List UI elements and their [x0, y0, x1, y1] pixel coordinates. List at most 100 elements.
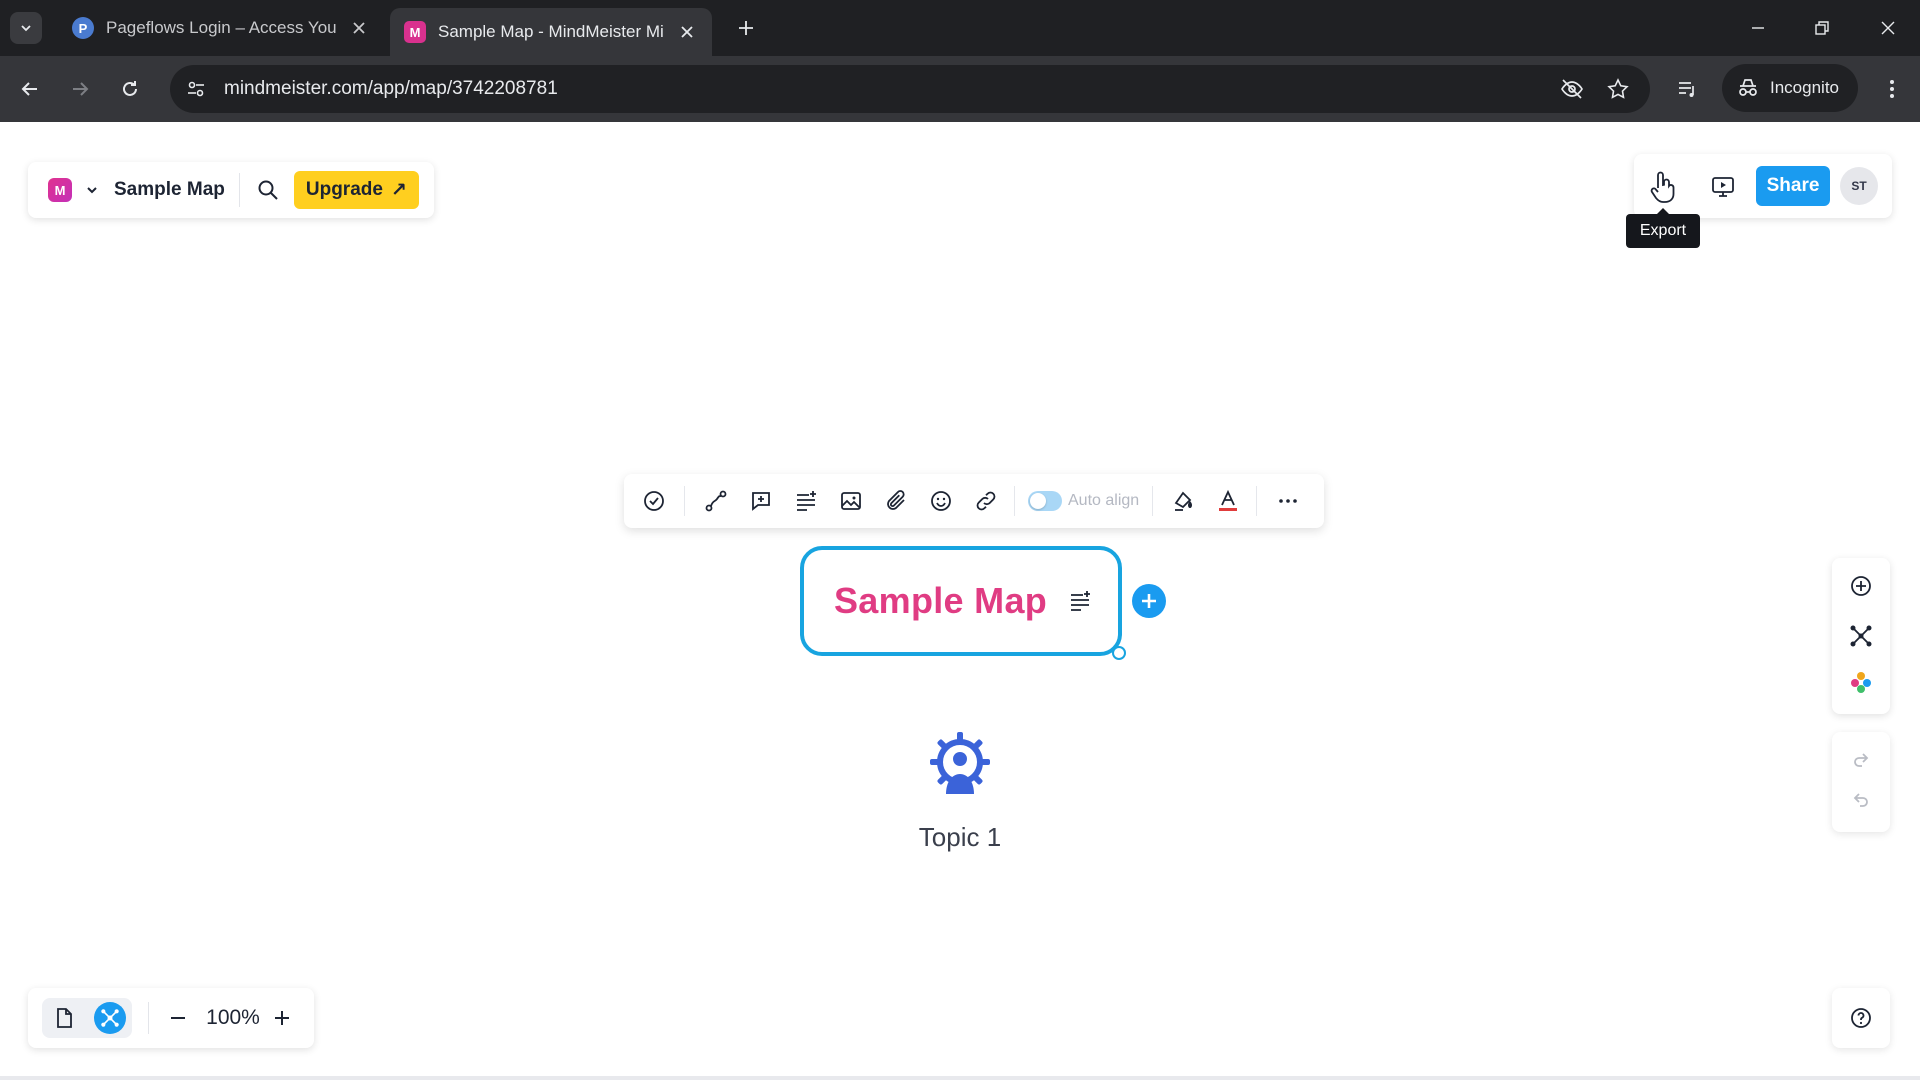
style-button[interactable] [1170, 487, 1198, 515]
export-button[interactable] [1646, 170, 1680, 204]
divider [238, 173, 240, 207]
outline-view-button[interactable] [48, 1002, 80, 1034]
reload-button[interactable] [114, 73, 146, 105]
restore-window-button[interactable] [1800, 10, 1844, 46]
eye-off-icon [1561, 79, 1583, 99]
upgrade-button[interactable]: Upgrade ↗ [293, 171, 419, 209]
close-icon [1881, 21, 1895, 35]
redo-button[interactable] [1847, 746, 1875, 774]
divider [1014, 486, 1015, 516]
more-options-button[interactable] [1274, 487, 1302, 515]
notes-icon [1071, 591, 1091, 611]
tracking-protection-button[interactable] [1558, 75, 1586, 103]
incognito-icon [1739, 79, 1757, 96]
divider [684, 486, 685, 516]
avatar[interactable]: ST [1840, 167, 1878, 205]
close-icon [353, 22, 365, 34]
app-menu-toggle[interactable] [84, 182, 100, 198]
presentation-button[interactable] [1706, 170, 1740, 204]
arrow-right-icon [73, 82, 89, 96]
notes-icon [797, 491, 816, 511]
mindmap-canvas[interactable]: M Sample Map Upgrade ↗ Share ST Export A… [0, 122, 1920, 1080]
plus-icon [275, 1011, 289, 1025]
plus-icon [1142, 594, 1156, 608]
address-bar[interactable]: mindmeister.com/app/map/3742208781 [170, 65, 1650, 113]
share-button[interactable]: Share [1756, 166, 1830, 206]
chevron-down-icon [87, 187, 97, 194]
incognito-label: Incognito [1770, 78, 1839, 97]
toggle-switch[interactable] [1028, 491, 1062, 511]
history-panel [1832, 732, 1890, 832]
close-window-button[interactable] [1866, 10, 1910, 46]
zoom-out-button[interactable] [164, 1004, 192, 1032]
attachment-button[interactable] [882, 487, 910, 515]
map-actions-panel: Share ST [1634, 154, 1892, 218]
mindmap-view-button[interactable] [94, 1002, 126, 1034]
map-layout-button[interactable] [1847, 622, 1875, 650]
view-zoom-panel: 100% [28, 988, 314, 1048]
divider [148, 1002, 149, 1034]
comment-button[interactable] [747, 487, 775, 515]
minus-icon [171, 1017, 185, 1019]
gear-person-icon[interactable] [928, 732, 992, 800]
zoom-in-button[interactable] [268, 1004, 296, 1032]
reading-list-button[interactable] [1674, 75, 1702, 103]
incognito-indicator[interactable]: Incognito [1722, 64, 1858, 112]
connection-icon [705, 490, 727, 512]
site-info-button[interactable] [174, 67, 218, 111]
add-notes-button[interactable] [1067, 588, 1093, 614]
text-color-button[interactable] [1214, 487, 1242, 515]
search-icon [258, 180, 278, 200]
root-topic[interactable]: Sample Map [800, 546, 1122, 656]
map-title[interactable]: Sample Map [114, 179, 225, 201]
undo-button[interactable] [1847, 786, 1875, 814]
browser-tab-bar: P Pageflows Login – Access Your M Sample… [0, 0, 1920, 56]
tab-title: Pageflows Login – Access Your [106, 18, 336, 37]
zoom-level[interactable]: 100% [200, 1006, 266, 1030]
mindmeister-logo-icon[interactable]: M [48, 178, 72, 202]
tab-pageflows[interactable]: P Pageflows Login – Access Your [58, 8, 384, 48]
notes-button[interactable] [792, 487, 820, 515]
new-tab-button[interactable] [732, 14, 760, 42]
smiley-icon [931, 491, 951, 511]
export-tooltip: Export [1626, 208, 1700, 248]
task-button[interactable] [640, 487, 668, 515]
palette-icon [1851, 672, 1871, 693]
bookmark-button[interactable] [1604, 75, 1632, 103]
hand-pointer-icon [1650, 171, 1675, 203]
emoji-button[interactable] [927, 487, 955, 515]
pageflows-favicon-icon: P [72, 17, 94, 39]
search-button[interactable] [254, 176, 282, 204]
close-tab-button[interactable] [677, 21, 698, 43]
add-topic-button[interactable] [1847, 572, 1875, 600]
browser-menu-button[interactable] [1876, 73, 1908, 105]
root-topic-title[interactable]: Sample Map [834, 580, 1047, 622]
plus-circle-icon [1851, 576, 1871, 596]
link-button[interactable] [972, 487, 1000, 515]
upgrade-label: Upgrade [305, 179, 383, 200]
mindmeister-favicon-icon: M [404, 21, 426, 43]
back-button[interactable] [14, 73, 46, 105]
presentation-icon [1712, 177, 1734, 197]
divider [1256, 486, 1257, 516]
resize-handle[interactable] [1112, 646, 1126, 660]
minimize-window-button[interactable] [1736, 10, 1780, 46]
image-button[interactable] [837, 487, 865, 515]
url-text[interactable]: mindmeister.com/app/map/3742208781 [224, 78, 558, 100]
help-button[interactable] [1832, 988, 1890, 1048]
text-color-icon [1219, 489, 1237, 511]
tab-sample-map[interactable]: M Sample Map - MindMeister Mi [390, 8, 712, 56]
theme-button[interactable] [1847, 668, 1875, 696]
connection-button[interactable] [702, 487, 730, 515]
auto-align-toggle[interactable]: Auto align [1028, 488, 1139, 514]
forward-button[interactable] [64, 73, 96, 105]
tab-search-button[interactable] [10, 12, 42, 44]
map-header-panel: M Sample Map Upgrade ↗ [28, 162, 434, 218]
child-topic-label[interactable]: Topic 1 [880, 822, 1040, 853]
chevron-down-icon [21, 25, 31, 32]
close-tab-button[interactable] [348, 17, 370, 39]
minimize-icon [1752, 27, 1764, 29]
add-child-topic-button[interactable] [1132, 584, 1166, 618]
image-icon [841, 492, 861, 510]
redo-icon [1854, 753, 1869, 767]
